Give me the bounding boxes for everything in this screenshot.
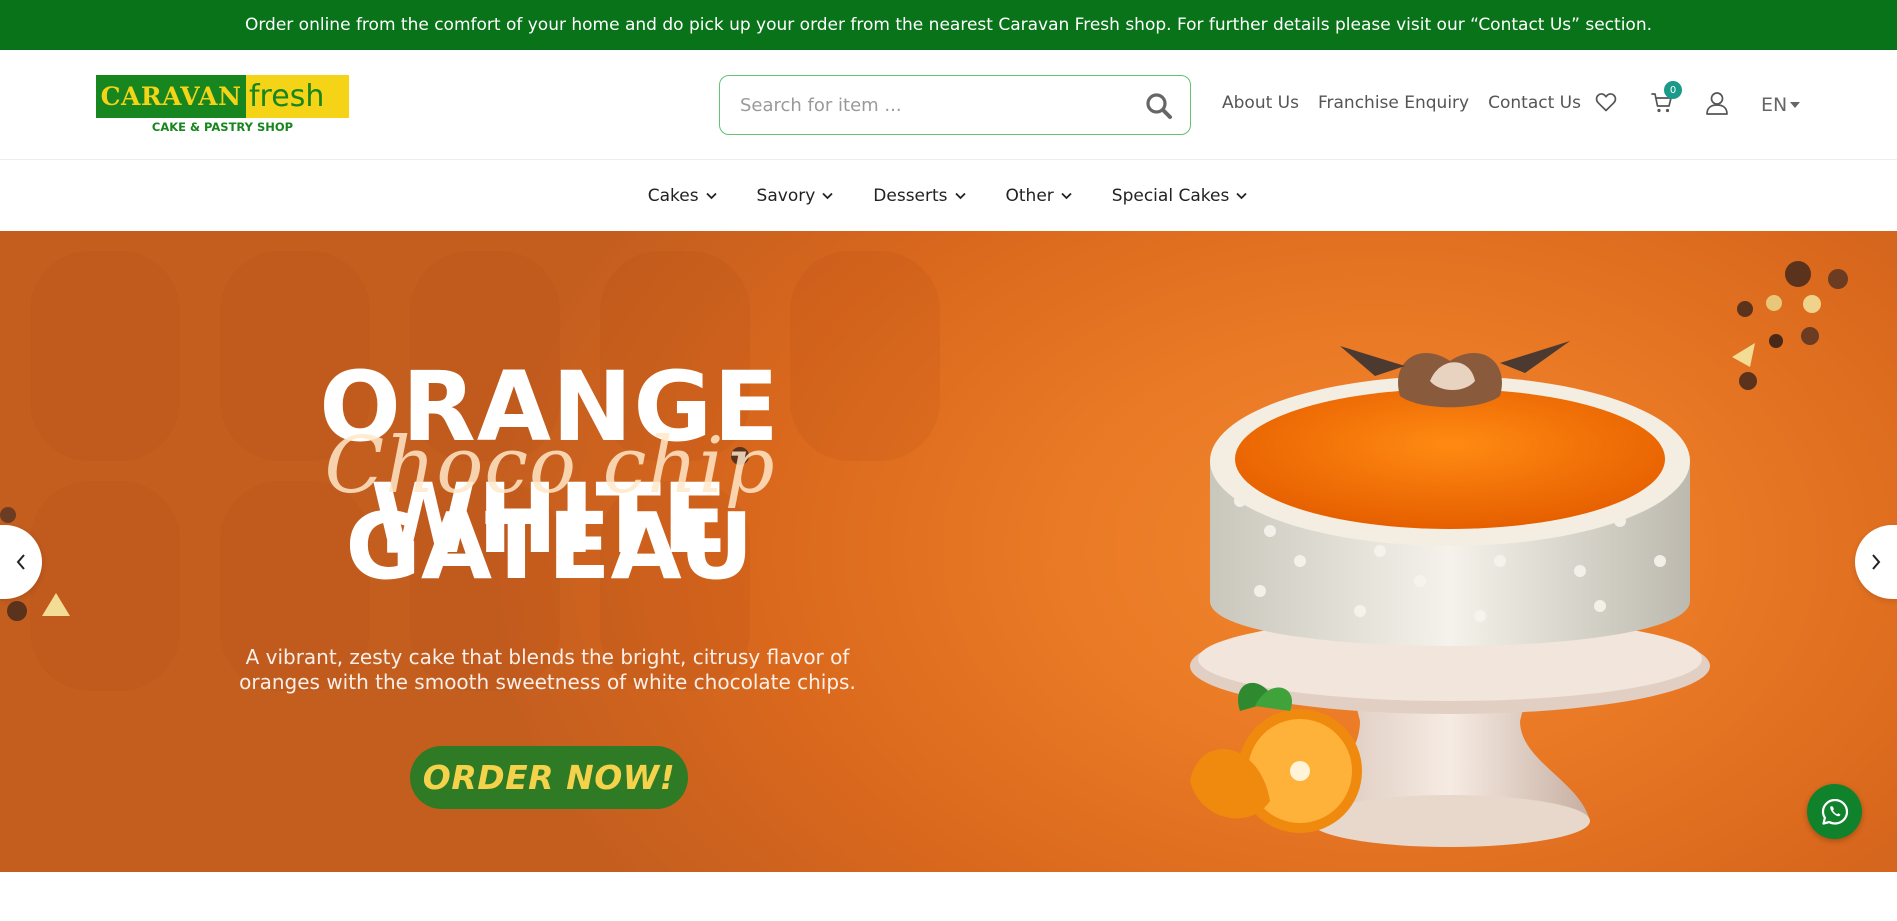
cart-count-badge: 0 — [1664, 81, 1682, 99]
chevron-down-icon — [954, 192, 966, 199]
franchise-enquiry-link[interactable]: Franchise Enquiry — [1318, 93, 1469, 113]
chevron-right-icon — [1872, 554, 1881, 570]
language-label: EN — [1761, 94, 1788, 116]
hero-description: A vibrant, zesty cake that blends the br… — [239, 645, 856, 694]
announcement-text: Order online from the comfort of your ho… — [244, 15, 1653, 35]
menu-item-label: Cakes — [647, 185, 699, 206]
header-links: About Us Franchise Enquiry Contact Us — [1222, 93, 1581, 113]
menu-item-label: Other — [1005, 185, 1054, 206]
search-bar — [719, 75, 1191, 135]
logo-word-caravan: CARAVAN — [96, 75, 246, 118]
wishlist-button[interactable] — [1594, 90, 1618, 119]
chevron-down-icon — [1236, 192, 1247, 199]
whatsapp-button[interactable] — [1807, 784, 1862, 839]
announcement-bar: Order online from the comfort of your ho… — [0, 0, 1897, 50]
menu-item-desserts[interactable]: Desserts — [873, 185, 966, 206]
chevron-left-icon — [16, 554, 25, 570]
search-icon — [1146, 93, 1172, 119]
menu-item-label: Desserts — [873, 185, 948, 206]
user-icon — [1706, 92, 1728, 115]
logo-word-fresh: fresh — [249, 79, 325, 114]
caret-down-icon — [1790, 102, 1801, 108]
hero-title-line2: GATEAU — [345, 493, 754, 600]
chevron-down-icon — [822, 192, 833, 199]
menu-item-special-cakes[interactable]: Special Cakes — [1112, 186, 1248, 206]
menu-item-other[interactable]: Other — [1006, 186, 1072, 206]
cake-image — [1190, 341, 1710, 847]
menu-item-savory[interactable]: Savory — [757, 186, 834, 206]
menu-item-label: Savory — [756, 185, 816, 206]
contact-us-link[interactable]: Contact Us — [1488, 93, 1581, 113]
account-button[interactable] — [1704, 90, 1730, 121]
order-now-button[interactable]: ORDER NOW! — [410, 746, 688, 809]
whatsapp-icon — [1821, 798, 1848, 825]
search-button[interactable] — [1144, 91, 1174, 121]
main-menu: Cakes Savory Desserts Other Special Cake… — [0, 161, 1897, 230]
search-input[interactable] — [740, 94, 1120, 116]
site-logo[interactable]: CARAVAN fresh CAKE & PASTRY SHOP — [96, 75, 349, 137]
language-selector[interactable]: EN — [1761, 94, 1801, 116]
hero-banner: ​ — [0, 231, 1897, 872]
menu-item-cakes[interactable]: Cakes — [648, 186, 717, 206]
chevron-down-icon — [705, 192, 717, 199]
about-us-link[interactable]: About Us — [1222, 93, 1299, 113]
heart-icon — [1595, 93, 1617, 112]
site-header: CARAVAN fresh CAKE & PASTRY SHOP About U… — [0, 50, 1897, 160]
chevron-down-icon — [1061, 192, 1072, 199]
menu-item-label: Special Cakes — [1111, 185, 1230, 206]
logo-tagline: CAKE & PASTRY SHOP — [151, 120, 294, 134]
